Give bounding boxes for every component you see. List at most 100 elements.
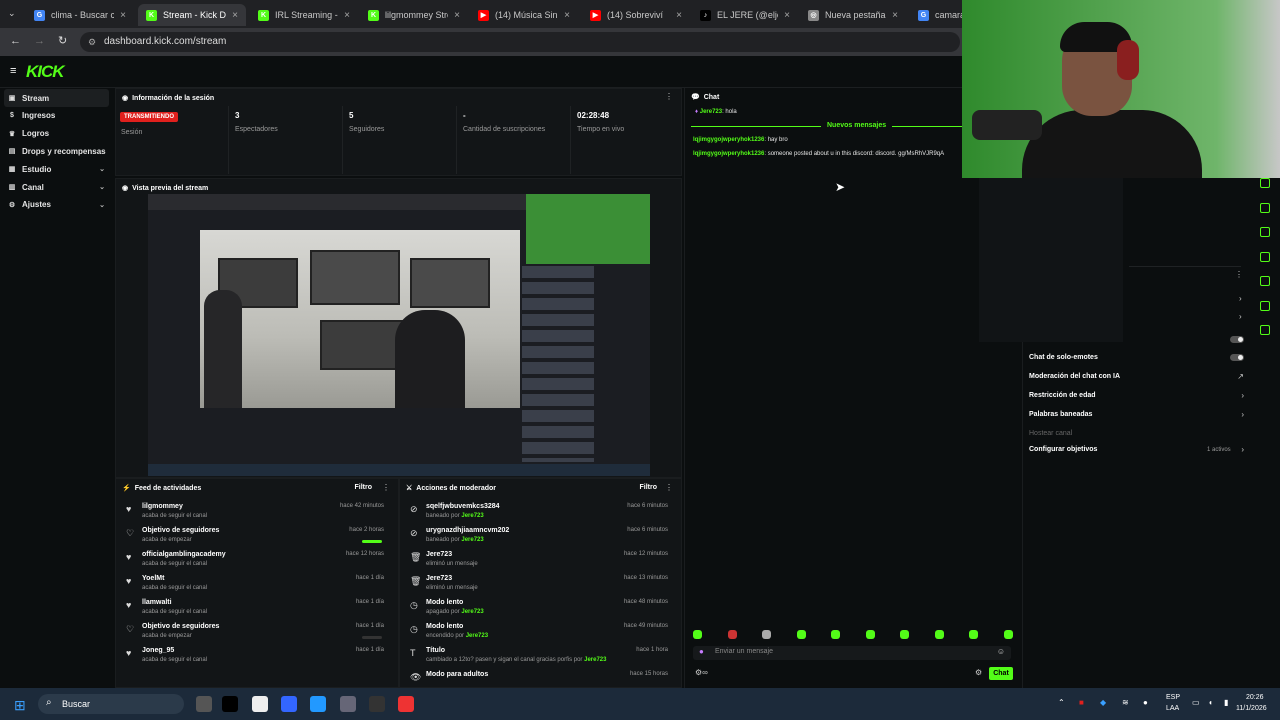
emotes-only-toggle[interactable] (1230, 354, 1244, 361)
rail-button-icon[interactable] (1260, 300, 1270, 311)
emote-icon[interactable] (934, 630, 944, 639)
browser-tab[interactable]: ♪ EL JERE (@eljere0 × (692, 4, 798, 26)
settings-item[interactable]: Chat de solo-emotes (1029, 354, 1098, 361)
activity-row[interactable]: ♡ Objetivo de seguidores acaba de empezar h… (120, 525, 390, 549)
moderator-row[interactable]: 🗑 Jere723 eliminó un mensaje hace 13 minuto… (404, 573, 674, 597)
moderator-name[interactable]: Modo lento (426, 599, 463, 606)
chat-username[interactable]: lqjimgygojwperyhok1236 (693, 137, 764, 143)
emote-icon[interactable] (693, 630, 702, 639)
store-icon[interactable] (310, 696, 326, 712)
moderator-by[interactable]: Jere723 (466, 633, 488, 639)
emote-icon[interactable] (727, 630, 737, 639)
activity-more-icon[interactable]: ⋮ (382, 483, 390, 492)
forward-icon[interactable]: → (34, 35, 45, 47)
tab-close-icon[interactable]: × (120, 10, 126, 21)
tab-close-icon[interactable]: × (892, 10, 898, 21)
moderator-by[interactable]: Jere723 (584, 657, 606, 663)
moderator-row[interactable]: ◷ Modo lento apagado por Jere723 hace 48 mi… (404, 597, 674, 621)
chevron-right-icon[interactable]: › (1239, 294, 1242, 303)
moderator-row[interactable]: 👁 Modo para adultos hace 15 horas (404, 669, 674, 687)
rail-button-icon[interactable] (1260, 325, 1270, 335)
chrome-icon[interactable] (398, 696, 414, 712)
chat-username[interactable]: Jere723 (700, 109, 722, 115)
activity-row[interactable]: ♥ YoelMt acaba de seguir el canal hace 1 dí… (120, 573, 390, 597)
taskbar-widget-icon[interactable] (196, 696, 212, 712)
activity-row[interactable]: ♡ Objetivo de seguidores acaba de empezar h… (120, 621, 390, 645)
settings-more-icon[interactable]: ⋮ (1235, 270, 1243, 279)
tab-close-icon[interactable]: × (454, 10, 460, 21)
tray-battery-icon[interactable]: ▮ (1224, 698, 1228, 707)
settings-icon[interactable] (340, 696, 356, 712)
sidebar-item[interactable]: ♛ Logros (4, 125, 109, 143)
activity-name[interactable]: officialgamblingacademy (142, 551, 226, 558)
activity-row[interactable]: ♥ lilgmommey acaba de seguir el canal hace … (120, 501, 390, 525)
emote-icon[interactable] (762, 630, 771, 639)
rail-button-icon[interactable] (1260, 251, 1270, 262)
browser-tab[interactable]: Klilgmommey Stre × (360, 4, 468, 26)
moderator-by[interactable]: Jere723 (461, 537, 483, 543)
moderator-name[interactable]: Jere723 (426, 575, 452, 582)
moderator-name[interactable]: Jere723 (426, 551, 452, 558)
activity-row[interactable]: ♥ officialgamblingacademy acaba de seguir … (120, 549, 390, 573)
chevron-right-icon[interactable]: › (1241, 391, 1244, 400)
moderator-more-icon[interactable]: ⋮ (665, 483, 673, 492)
moderator-row[interactable]: ⊘ sqelfjwbuvemkcs3284 baneado por Jere723 h… (404, 501, 674, 525)
emote-icon[interactable] (831, 630, 840, 639)
moderator-row[interactable]: ◷ Modo lento encendido por Jere723 hace 49 … (404, 621, 674, 645)
settings-item[interactable]: Hostear canal (1029, 430, 1072, 437)
tray-mic-icon[interactable]: ● (1143, 698, 1148, 707)
back-icon[interactable]: ← (10, 35, 21, 47)
activity-name[interactable]: YoelMt (142, 575, 164, 582)
tray-time[interactable]: 20:26 (1246, 694, 1264, 701)
moderator-row[interactable]: T Título cambiado a 12to? pasen y sigan el… (404, 645, 674, 669)
emote-icon[interactable] (1003, 630, 1013, 639)
activity-row[interactable]: ♥ llamwalti acaba de seguir el canal hace 1… (120, 597, 390, 621)
tab-close-icon[interactable]: × (344, 10, 350, 21)
tray-network-icon[interactable]: ▭ (1192, 698, 1200, 707)
emoji-icon[interactable]: ☺ (997, 647, 1005, 656)
sidebar-item[interactable]: $ Ingresos (4, 107, 109, 125)
chat-username[interactable]: lqjimgygojwperyhok1236 (693, 151, 764, 157)
settings-item[interactable]: Moderación del chat con IA (1029, 373, 1120, 380)
kick-logo[interactable]: KICK (26, 62, 65, 82)
chevron-right-icon[interactable]: › (1239, 312, 1242, 321)
moderator-name[interactable]: Modo para adultos (426, 671, 488, 678)
chat-settings-icon[interactable]: ⚙ (975, 668, 982, 677)
tray-chevron-icon[interactable]: ⌃ (1058, 698, 1065, 707)
emote-icon[interactable] (969, 630, 978, 639)
reload-icon[interactable]: ↻ (58, 34, 67, 47)
chat-send-button[interactable]: Chat (989, 667, 1013, 680)
activity-name[interactable]: Objetivo de seguidores (142, 623, 219, 630)
browser-tab[interactable]: Gcamara (910, 4, 970, 26)
file-icon[interactable] (252, 696, 268, 712)
chevron-right-icon[interactable]: › (1241, 410, 1244, 419)
tab-close-icon[interactable]: × (232, 10, 238, 21)
chevron-right-icon[interactable]: › (1241, 445, 1244, 454)
activity-filter-button[interactable]: Filtro (355, 484, 373, 491)
emote-icon[interactable] (796, 630, 806, 639)
tray-lang-2[interactable]: LAA (1166, 705, 1179, 712)
moderator-by[interactable]: Jere723 (461, 609, 483, 615)
tab-close-icon[interactable]: × (676, 10, 682, 21)
moderator-row[interactable]: 🗑 Jere723 eliminó un mensaje hace 12 minuto… (404, 549, 674, 573)
external-link-icon[interactable]: ↗ (1237, 372, 1244, 381)
moderator-name[interactable]: urygnazdhjiaamncvm202 (426, 527, 509, 534)
activity-row[interactable]: ♥ Joneg_95 acaba de seguir el canal hace 1 … (120, 645, 390, 669)
tab-close-icon[interactable]: × (564, 10, 570, 21)
app-icon[interactable] (369, 696, 385, 712)
tab-search-chevron-icon[interactable]: ⌄ (8, 8, 16, 19)
chat-input[interactable]: ● Enviar un mensaje ☺ (693, 646, 1011, 660)
rail-button-icon[interactable] (1260, 276, 1270, 286)
activity-name[interactable]: lilgmommey (142, 503, 183, 510)
sidebar-item[interactable]: ▣ Stream (4, 89, 109, 107)
browser-tab[interactable]: Gclima - Buscar co × (26, 4, 134, 26)
moderator-filter-button[interactable]: Filtro (640, 484, 658, 491)
site-info-icon[interactable]: ⚙ (88, 32, 96, 52)
session-more-icon[interactable]: ⋮ (665, 92, 673, 101)
browser-tab[interactable]: ◎ Nueva pestaña × (800, 4, 906, 26)
activity-name[interactable]: Objetivo de seguidores (142, 527, 219, 534)
tiktok-icon[interactable] (222, 696, 238, 712)
sidebar-item[interactable]: ▦ Estudio ⌄ (4, 160, 109, 178)
rail-button-icon[interactable] (1260, 227, 1270, 237)
sidebar-item[interactable]: ⚙ Ajustes ⌄ (4, 196, 109, 214)
